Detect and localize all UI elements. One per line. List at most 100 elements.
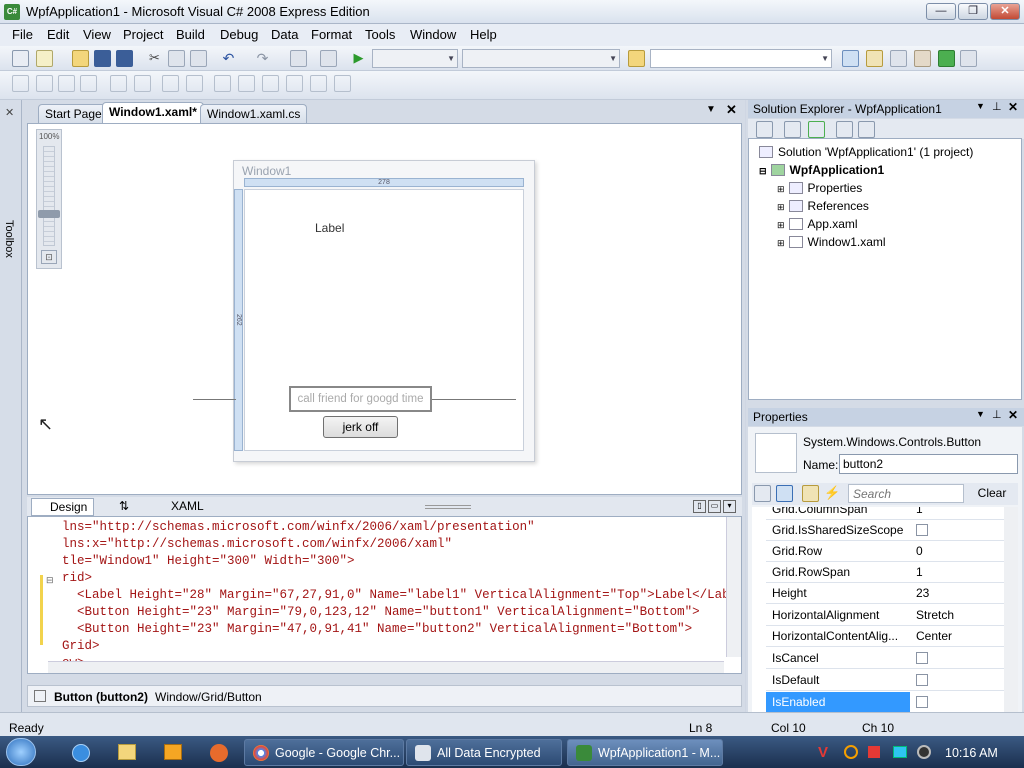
solution-configuration-dropdown[interactable]: ▼ [372,49,458,68]
property-row[interactable]: Grid.ColumnSpan 1 [766,507,1010,520]
property-row-selected[interactable]: IsEnabled [766,692,1010,712]
close-button[interactable]: ✕ [990,3,1020,20]
dropdown-icon[interactable]: ▼ [976,409,985,419]
menu-format[interactable]: Format [311,27,352,42]
refresh-icon[interactable] [808,121,825,138]
events-icon[interactable]: ⚡ [824,485,841,502]
property-row[interactable]: Grid.Row 0 [766,541,1010,562]
wpf-window-preview[interactable]: Window1 278 262 Label call friend for go… [193,160,535,462]
menu-debug[interactable]: Debug [220,27,258,42]
collapse-icon[interactable]: ⊟ [46,575,54,586]
property-row[interactable]: IsDefault [766,670,1010,691]
wpf-designer-surface[interactable]: 100% ⊡ Window1 278 262 Label call friend… [27,123,742,495]
tree-node-project[interactable]: ⊟ WpfApplication1 [759,163,884,177]
property-row[interactable]: HorizontalAlignment Stretch [766,605,1010,626]
horizontal-scrollbar[interactable] [48,661,724,673]
toolbox-strip[interactable]: ✕ Toolbox [0,100,22,712]
properties-window-icon[interactable] [866,50,883,67]
swap-panes-icon[interactable]: ⇅ [119,499,129,513]
toolbox-window-icon[interactable] [914,50,931,67]
property-value[interactable]: 1 [916,565,923,579]
tab-dropdown-icon[interactable]: ▼ [706,104,716,115]
property-checkbox[interactable] [916,652,928,664]
close-icon[interactable]: ✕ [1008,100,1018,114]
property-value[interactable]: Center [916,629,952,643]
property-row[interactable]: Height 23 [766,583,1010,604]
menu-tools[interactable]: Tools [365,27,395,42]
xaml-editor[interactable]: ⊟ lns="http://schemas.microsoft.com/winf… [27,516,742,674]
pin-icon[interactable]: ✕ [5,106,14,119]
close-tab-icon[interactable]: ✕ [726,102,737,118]
volume-icon[interactable] [917,745,931,759]
tree-node-properties[interactable]: ⊞ Properties [777,181,862,195]
button1[interactable]: jerk off [323,416,398,438]
expand-icon[interactable]: ⊞ [777,184,785,194]
navigate-backward-icon[interactable] [290,50,307,67]
expand-icon[interactable]: ⊞ [777,238,785,248]
start-page-icon[interactable] [938,50,955,67]
network-icon[interactable] [893,746,907,758]
tab-start-page[interactable]: Start Page [38,104,109,123]
show-all-files-icon[interactable] [756,121,773,138]
property-checkbox[interactable] [916,674,928,686]
name-input[interactable] [839,454,1018,474]
start-button[interactable] [6,738,36,766]
add-item-icon[interactable] [36,50,53,67]
save-all-icon[interactable] [116,50,133,67]
close-icon[interactable]: ✕ [1008,408,1018,422]
find-combo[interactable]: ▼ [650,49,832,68]
collapse-icon[interactable]: ⊟ [759,166,767,176]
menu-help[interactable]: Help [470,27,497,42]
tab-window1-xaml-cs[interactable]: Window1.xaml.cs [200,104,308,123]
save-icon[interactable] [94,50,111,67]
property-value[interactable]: 0 [916,544,923,558]
menu-data[interactable]: Data [271,27,298,42]
tree-node-window1-xaml[interactable]: ⊞ Window1.xaml [777,235,886,249]
align-to-grid-icon[interactable] [12,75,29,92]
xaml-line[interactable]: <Button Height="23" Margin="47,0,91,41" … [62,622,692,636]
label1[interactable]: Label [315,221,344,235]
collapse-pane-icon[interactable]: ▾ [723,500,736,513]
wpf-grid[interactable]: Label call friend for googd time jerk of… [193,189,524,451]
search-tray-icon[interactable] [844,745,858,759]
menu-project[interactable]: Project [123,27,163,42]
button2-selected[interactable]: call friend for googd time [289,386,432,412]
media-player-icon[interactable] [164,744,182,760]
document-outline-icon[interactable] [34,690,46,702]
property-search-input[interactable] [848,484,964,503]
open-file-icon[interactable] [72,50,89,67]
paste-icon[interactable] [190,50,207,67]
start-debugging-icon[interactable]: ▶ [350,50,367,67]
toolbox-tab[interactable]: Toolbox [3,220,15,258]
pin-icon[interactable]: ⊥ [992,408,1002,421]
fit-to-window-icon[interactable]: ⊡ [41,250,57,264]
minimize-button[interactable]: — [926,3,956,20]
taskbar-item-chrome[interactable]: Google - Google Chr... [244,739,404,766]
find-in-files-icon[interactable] [628,50,645,67]
solution-platform-dropdown[interactable]: ▼ [462,49,620,68]
expand-icon[interactable]: ⊞ [777,202,785,212]
object-browser-icon[interactable] [890,50,907,67]
xaml-line[interactable]: <Button Height="23" Margin="79,0,123,12"… [62,605,700,619]
clear-search-button[interactable]: Clear [968,485,1016,503]
previous-bookmark-icon[interactable] [238,75,255,92]
grid-ruler-left[interactable]: 262 [234,189,243,451]
xaml-view-tab[interactable]: XAML [155,498,210,516]
next-bookmark-icon[interactable] [262,75,279,92]
cut-icon[interactable]: ✂ [146,50,163,67]
property-value[interactable]: Stretch [916,608,954,622]
xaml-line[interactable]: tle="Window1" Height="300" Width="300"> [62,554,355,568]
outdent-icon[interactable] [110,75,127,92]
zoom-slider[interactable]: 100% ⊡ [36,129,62,269]
align-lefts-icon[interactable] [36,75,53,92]
horizontal-split-icon[interactable]: ▭ [708,500,721,513]
xaml-line[interactable]: rid> [62,571,92,585]
xaml-line[interactable]: <Label Height="28" Margin="67,27,91,0" N… [62,588,741,602]
copy-icon[interactable] [168,50,185,67]
bookmark-icon[interactable] [214,75,231,92]
toolbar-options-icon[interactable] [960,50,977,67]
view-designer-icon[interactable] [858,121,875,138]
view-code-icon[interactable] [836,121,853,138]
menu-file[interactable]: File [12,27,33,42]
tree-node-solution[interactable]: Solution 'WpfApplication1' (1 project) [759,145,973,159]
